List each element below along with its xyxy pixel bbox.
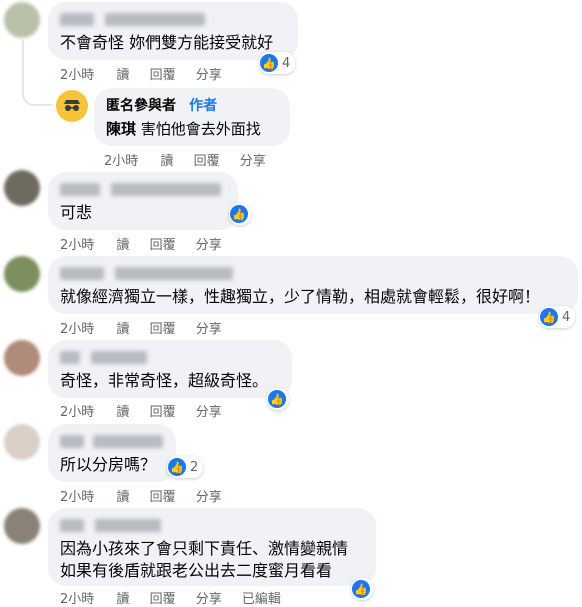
author-row: 匿名參與者 作者 (106, 96, 278, 114)
anonymous-avatar[interactable] (56, 90, 88, 122)
comment-text: 就像經濟獨立一樣，性趣獨立，少了情勒，相處就會輕鬆，很好啊！ (60, 287, 541, 306)
blurred-author-name[interactable] (60, 10, 286, 28)
comment-bubble: 奇怪，非常奇怪，超級奇怪。 (48, 340, 292, 398)
edited-label: 已編輯 (241, 592, 281, 607)
blurred-author-name[interactable] (60, 348, 280, 366)
comment-text: 因為小孩來了會只剩下責任、激情變親情 如果有後盾就跟老公出去二度蜜月看看 (60, 538, 364, 582)
reaction-count[interactable]: 👍 (351, 578, 373, 600)
blurred-author-name[interactable] (60, 264, 566, 282)
comment-actions: 2小時 讀 回覆 分享 (60, 401, 238, 420)
read-action[interactable]: 讀 (160, 154, 173, 169)
avatar[interactable] (4, 424, 40, 460)
share-button[interactable]: 分享 (196, 322, 222, 337)
timestamp[interactable]: 2小時 (104, 154, 138, 169)
reply-button[interactable]: 回覆 (150, 490, 176, 505)
avatar[interactable] (4, 508, 40, 544)
comment-text: 所以分房嗎？ (60, 455, 157, 474)
read-action[interactable]: 讀 (116, 238, 129, 253)
read-action[interactable]: 讀 (116, 322, 129, 337)
share-button[interactable]: 分享 (196, 490, 222, 505)
avatar[interactable] (4, 170, 40, 206)
comment-text: 不會奇怪 妳們雙方能接受就好 (60, 33, 274, 52)
blurred-author-name[interactable] (60, 180, 226, 198)
comment-text: 陳琪 害怕他會去外面找 (106, 120, 261, 138)
timestamp[interactable]: 2小時 (60, 490, 94, 505)
reaction-count[interactable]: 👍 2 (167, 456, 204, 478)
author-badge: 作者 (189, 98, 218, 114)
avatar[interactable] (4, 340, 40, 376)
reply-button[interactable]: 回覆 (194, 154, 220, 169)
comment-actions: 2小時 讀 回覆 分享 (60, 486, 238, 505)
avatar[interactable] (4, 256, 40, 292)
read-action[interactable]: 讀 (116, 490, 129, 505)
comment-text: 可悲 (60, 203, 93, 222)
comment-text: 奇怪，非常奇怪，超級奇怪。 (60, 371, 269, 390)
reaction-count[interactable]: 👍 (267, 388, 289, 410)
timestamp[interactable]: 2小時 (60, 405, 94, 420)
timestamp[interactable]: 2小時 (60, 592, 94, 607)
reaction-count[interactable]: 👍 (229, 203, 251, 225)
anonymous-glasses-icon (64, 100, 80, 111)
comment-text-line: 如果有後盾就跟老公出去二度蜜月看看 (60, 561, 333, 580)
thumbs-up-icon: 👍 (168, 458, 186, 476)
timestamp[interactable]: 2小時 (60, 238, 94, 253)
thumbs-up-icon: 👍 (268, 390, 286, 408)
share-button[interactable]: 分享 (196, 405, 222, 420)
thumbs-up-icon: 👍 (230, 205, 248, 223)
comment-actions: 2小時 讀 回覆 分享 (60, 64, 238, 83)
comment-actions: 2小時 讀 回覆 分享 已編輯 (60, 588, 297, 607)
reply-button[interactable]: 回覆 (150, 405, 176, 420)
reaction-count[interactable]: 👍 4 (539, 306, 576, 328)
reply-button[interactable]: 回覆 (150, 592, 176, 607)
thumbs-up-icon: 👍 (260, 54, 278, 72)
read-action[interactable]: 讀 (116, 68, 129, 83)
reply-thread-line (22, 40, 52, 106)
comment-text-line: 因為小孩來了會只剩下責任、激情變親情 (60, 539, 349, 558)
blurred-author-name[interactable] (60, 516, 364, 534)
reply-button[interactable]: 回覆 (150, 322, 176, 337)
read-action[interactable]: 讀 (116, 592, 129, 607)
comment-bubble: 可悲 (48, 172, 238, 230)
reply-button[interactable]: 回覆 (150, 238, 176, 253)
share-button[interactable]: 分享 (196, 68, 222, 83)
mention-link[interactable]: 陳琪 (106, 120, 136, 138)
avatar[interactable] (4, 2, 40, 38)
share-button[interactable]: 分享 (240, 154, 266, 169)
timestamp[interactable]: 2小時 (60, 322, 94, 337)
comment-bubble: 因為小孩來了會只剩下責任、激情變親情 如果有後盾就跟老公出去二度蜜月看看 (48, 508, 376, 586)
thumbs-up-icon: 👍 (540, 308, 558, 326)
comment-bubble: 匿名參與者 作者 陳琪 害怕他會去外面找 (94, 88, 290, 146)
comment-actions: 2小時 讀 回覆 分享 (104, 150, 282, 169)
thumbs-up-icon: 👍 (352, 580, 370, 598)
comment-actions: 2小時 讀 回覆 分享 (60, 234, 238, 253)
comment-bubble: 就像經濟獨立一樣，性趣獨立，少了情勒，相處就會輕鬆，很好啊！ (48, 256, 578, 314)
timestamp[interactable]: 2小時 (60, 68, 94, 83)
comment-bubble: 不會奇怪 妳們雙方能接受就好 (48, 2, 298, 60)
author-name[interactable]: 匿名參與者 (106, 98, 176, 114)
reaction-count[interactable]: 👍 4 (259, 52, 296, 74)
share-button[interactable]: 分享 (196, 238, 222, 253)
comment-actions: 2小時 讀 回覆 分享 (60, 318, 238, 337)
read-action[interactable]: 讀 (116, 405, 129, 420)
share-button[interactable]: 分享 (196, 592, 222, 607)
blurred-author-name[interactable] (60, 432, 164, 450)
comment-bubble: 所以分房嗎？ (48, 424, 176, 482)
reply-button[interactable]: 回覆 (150, 68, 176, 83)
